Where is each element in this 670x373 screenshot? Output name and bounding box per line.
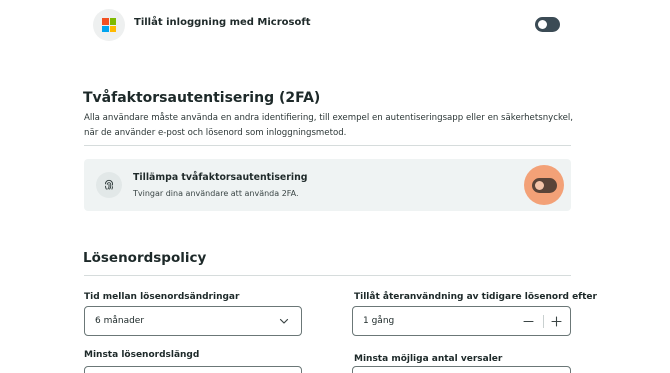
min-uppercase-label: Minsta möjliga antal versaler <box>354 354 503 364</box>
two-factor-heading: Tvåfaktorsautentisering (2FA) <box>83 90 321 106</box>
change-interval-label: Tid mellan lösenordsändringar <box>84 292 240 302</box>
divider <box>84 275 571 276</box>
microsoft-login-row: Tillåt inloggning med Microsoft <box>93 9 573 41</box>
increment-button[interactable] <box>547 312 565 330</box>
microsoft-icon <box>102 18 116 32</box>
toggle-focus-ring <box>524 165 564 205</box>
microsoft-login-toggle[interactable] <box>535 17 560 32</box>
chevron-down-icon <box>279 318 289 324</box>
password-policy-heading: Lösenordspolicy <box>83 250 207 266</box>
enforce-2fa-subtitle: Tvingar dina användare att använda 2FA. <box>133 189 299 198</box>
logo-square <box>102 18 109 25</box>
reuse-label: Tillåt återanvändning av tidigare löseno… <box>354 292 597 302</box>
enforce-2fa-title: Tillämpa tvåfaktorsautentisering <box>133 172 308 183</box>
microsoft-login-label: Tillåt inloggning med Microsoft <box>134 17 311 28</box>
min-length-label: Minsta lösenordslängd <box>84 350 200 360</box>
reuse-stepper[interactable]: 1 gång <box>352 306 571 336</box>
plus-icon <box>550 315 562 327</box>
stepper-divider <box>543 315 544 328</box>
logo-square <box>109 25 116 32</box>
logo-square <box>109 18 116 25</box>
two-factor-description: Alla användare måste använda en andra id… <box>84 113 574 138</box>
toggle-knob <box>535 181 544 190</box>
logo-square <box>102 25 109 32</box>
change-interval-value: 6 månader <box>95 316 145 326</box>
min-uppercase-input[interactable] <box>352 366 571 373</box>
enforce-2fa-toggle[interactable] <box>532 178 557 193</box>
min-length-input[interactable] <box>84 366 302 373</box>
fingerprint-icon <box>96 172 122 198</box>
enforce-2fa-card: Tillämpa tvåfaktorsautentisering Tvingar… <box>84 159 571 211</box>
microsoft-logo <box>93 9 125 41</box>
minus-icon <box>522 320 534 322</box>
decrement-button[interactable] <box>519 312 537 330</box>
toggle-knob <box>538 20 547 29</box>
divider <box>84 145 571 146</box>
reuse-value: 1 gång <box>363 316 395 326</box>
change-interval-select[interactable]: 6 månader <box>84 306 302 336</box>
